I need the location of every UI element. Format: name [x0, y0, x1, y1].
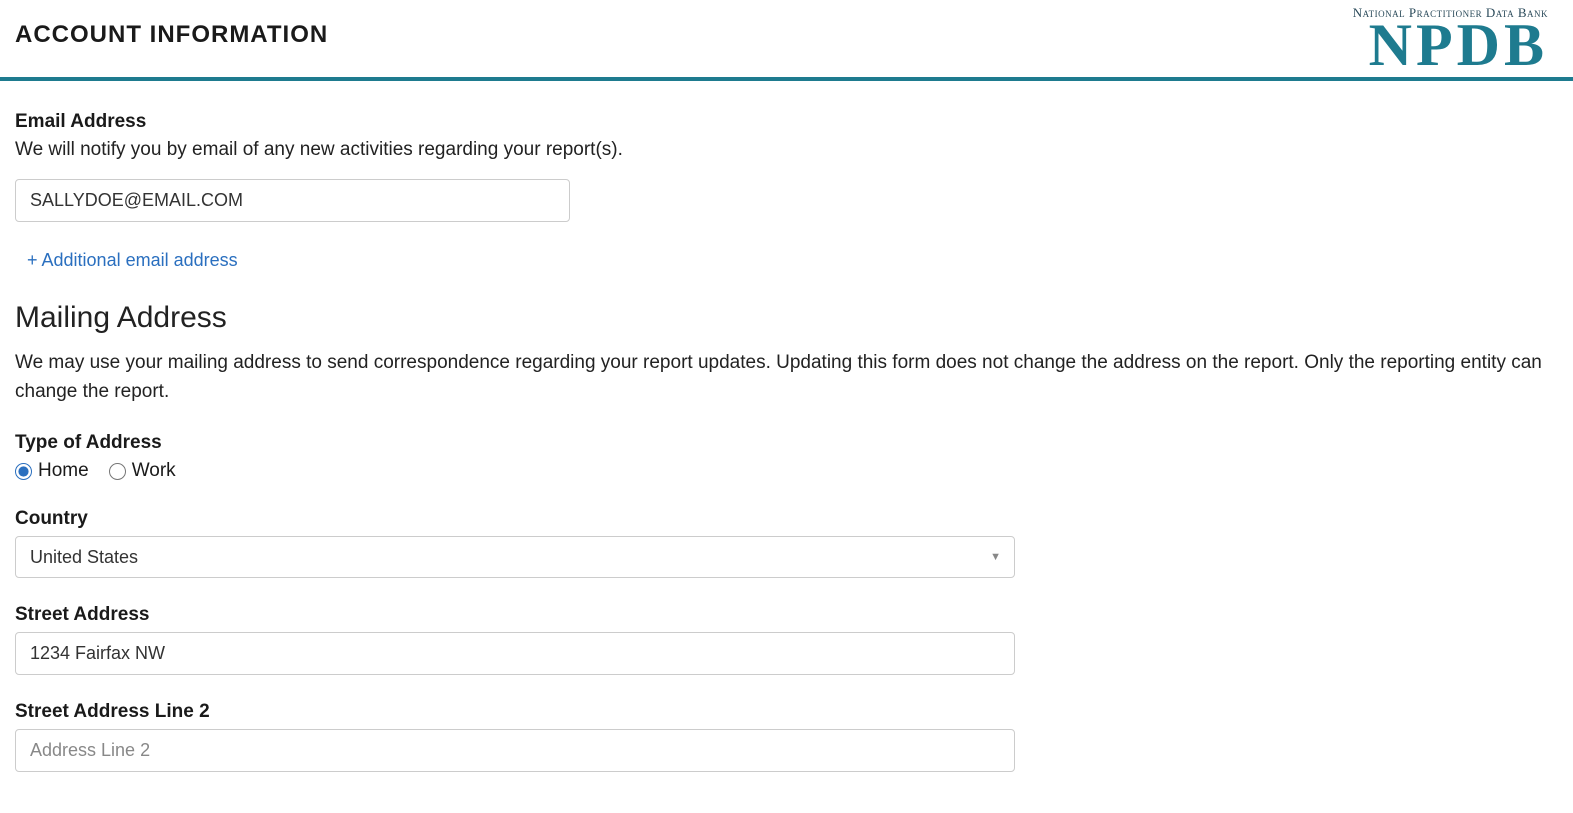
email-group: Email Address We will notify you by emai… [15, 111, 1558, 271]
address-type-group: Type of Address Home Work [15, 432, 1558, 482]
street2-input[interactable] [15, 729, 1015, 772]
content-area: Email Address We will notify you by emai… [0, 81, 1573, 813]
street-group: Street Address [15, 604, 1558, 675]
address-type-label: Type of Address [15, 432, 1558, 454]
page-title: ACCOUNT INFORMATION [15, 21, 328, 77]
email-label: Email Address [15, 111, 1558, 133]
mailing-desc: We may use your mailing address to send … [15, 349, 1558, 406]
address-type-home-radio[interactable] [15, 463, 32, 480]
country-select[interactable]: United States [15, 536, 1015, 578]
country-select-wrap: United States ▼ [15, 536, 1015, 578]
npdb-logo: National Practitioner Data Bank NPDB [1353, 5, 1558, 77]
email-input[interactable] [15, 179, 570, 222]
address-type-work-text: Work [132, 460, 176, 482]
street2-group: Street Address Line 2 [15, 701, 1558, 772]
street-label: Street Address [15, 604, 1558, 626]
country-label: Country [15, 508, 1558, 530]
address-type-work-label[interactable]: Work [109, 460, 176, 482]
logo-main: NPDB [1353, 15, 1548, 75]
country-group: Country United States ▼ [15, 508, 1558, 578]
address-type-home-text: Home [38, 460, 89, 482]
street2-label: Street Address Line 2 [15, 701, 1558, 723]
email-help: We will notify you by email of any new a… [15, 139, 1558, 161]
address-type-options: Home Work [15, 460, 1558, 482]
page-header: ACCOUNT INFORMATION National Practitione… [0, 0, 1573, 81]
address-type-home-label[interactable]: Home [15, 460, 89, 482]
mailing-heading: Mailing Address [15, 301, 1558, 335]
street-input[interactable] [15, 632, 1015, 675]
add-email-link[interactable]: + Additional email address [27, 250, 238, 271]
address-type-work-radio[interactable] [109, 463, 126, 480]
